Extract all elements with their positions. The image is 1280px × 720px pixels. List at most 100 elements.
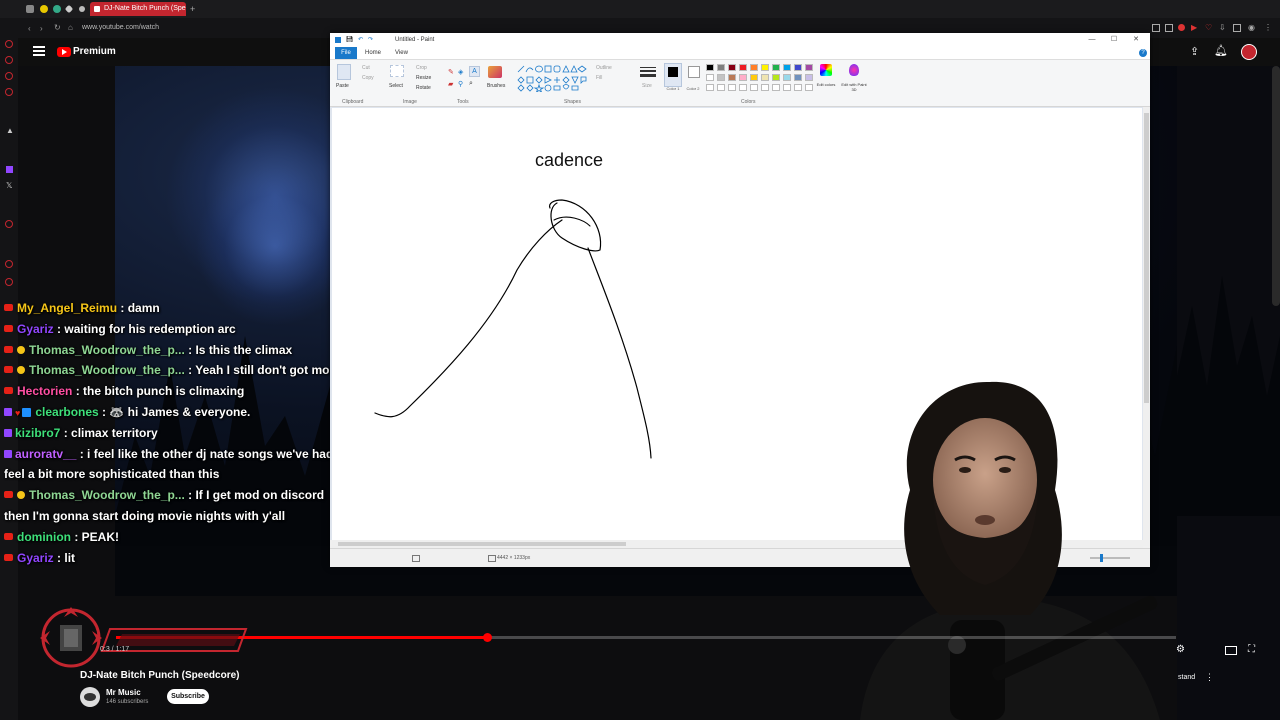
tab-icon[interactable]	[79, 6, 85, 12]
sidebar-icon[interactable]	[5, 88, 13, 96]
close-icon[interactable]: ✕	[1126, 33, 1146, 47]
forward-icon[interactable]: ›	[40, 24, 43, 33]
palette-swatch[interactable]	[772, 74, 780, 81]
play-icon[interactable]: ▶	[1191, 23, 1197, 32]
palette-swatch[interactable]	[706, 84, 714, 91]
palette-swatch[interactable]	[772, 64, 780, 71]
menu-kebab-icon[interactable]: ⋮	[1264, 23, 1272, 32]
tab-file[interactable]: File	[335, 47, 357, 59]
extension-icon[interactable]	[1178, 24, 1185, 31]
palette-swatch[interactable]	[805, 84, 813, 91]
palette-swatch[interactable]	[794, 64, 802, 71]
sidebar-icon[interactable]	[5, 260, 13, 268]
url-field[interactable]: www.youtube.com/watch	[82, 22, 159, 34]
maximize-icon[interactable]: ☐	[1104, 33, 1124, 47]
redo-icon[interactable]: ↷	[368, 33, 373, 47]
size-icon[interactable]	[640, 67, 656, 77]
palette-swatch[interactable]	[750, 84, 758, 91]
sidebar-icon[interactable]	[5, 40, 13, 48]
palette-swatch[interactable]	[783, 64, 791, 71]
select-icon[interactable]	[390, 65, 404, 77]
extension-icon[interactable]	[1152, 24, 1160, 32]
twitch-icon[interactable]	[6, 166, 13, 173]
reload-icon[interactable]: ↻	[54, 23, 61, 32]
palette-swatch[interactable]	[717, 64, 725, 71]
resize-button[interactable]: Resize	[416, 75, 431, 81]
tab-view[interactable]: View	[395, 47, 408, 59]
palette-swatch[interactable]	[750, 74, 758, 81]
x-icon[interactable]: 𝕏	[6, 181, 12, 190]
palette-swatch[interactable]	[717, 84, 725, 91]
save-icon[interactable]: 💾︎	[346, 33, 354, 47]
crop-button[interactable]: Crop	[416, 65, 427, 71]
palette-swatch[interactable]	[783, 74, 791, 81]
sidebar-icon[interactable]: ▲	[6, 126, 14, 135]
palette-swatch[interactable]	[739, 84, 747, 91]
page-scrollbar[interactable]	[1272, 66, 1280, 306]
help-icon[interactable]: ?	[1139, 49, 1147, 57]
heart-icon[interactable]: ♡	[1205, 23, 1212, 32]
sidebar-icon[interactable]	[5, 56, 13, 64]
extension-icon[interactable]	[1165, 24, 1173, 32]
palette-swatch[interactable]	[728, 84, 736, 91]
download-icon[interactable]: ⇩	[1219, 23, 1226, 32]
palette-swatch[interactable]	[761, 64, 769, 71]
select-button[interactable]: Select	[389, 83, 403, 89]
settings-gear-icon[interactable]: ⚙	[1176, 644, 1185, 655]
palette-swatch[interactable]	[717, 74, 725, 81]
palette-swatch[interactable]	[706, 74, 714, 81]
undo-icon[interactable]: ↶	[358, 33, 363, 47]
magnifier-icon[interactable]: ⌕	[469, 80, 473, 88]
new-tab-button[interactable]: +	[190, 3, 195, 15]
text-tool-icon[interactable]: A	[469, 66, 480, 77]
cut-button[interactable]: Cut	[362, 65, 370, 71]
palette-swatch[interactable]	[739, 74, 747, 81]
brushes-icon[interactable]	[488, 66, 502, 78]
color2-button[interactable]	[688, 66, 700, 78]
account-avatar[interactable]	[1241, 44, 1257, 60]
sidebar-icon[interactable]	[5, 220, 13, 228]
extension-icon[interactable]	[1233, 24, 1241, 32]
palette-swatch[interactable]	[794, 74, 802, 81]
shapes-gallery[interactable]	[516, 64, 588, 92]
palette-swatch[interactable]	[739, 64, 747, 71]
palette-swatch[interactable]	[728, 74, 736, 81]
more-options-icon[interactable]: ⋮	[1205, 672, 1214, 683]
size-button[interactable]: Size	[642, 83, 652, 89]
palette-swatch[interactable]	[761, 74, 769, 81]
minimize-icon[interactable]: —	[1082, 33, 1102, 47]
sidebar-icon[interactable]	[5, 72, 13, 80]
palette-swatch[interactable]	[805, 64, 813, 71]
youtube-premium-label[interactable]: Premium	[73, 46, 116, 58]
outline-button[interactable]: Outline	[596, 65, 612, 71]
fill-icon[interactable]: ◈	[458, 68, 463, 76]
palette-swatch[interactable]	[794, 84, 802, 91]
palette-swatch[interactable]	[761, 84, 769, 91]
site-info-icon[interactable]: ⌂	[68, 23, 73, 32]
profile-icon[interactable]: ◉	[1248, 23, 1255, 32]
active-tab[interactable]: DJ-Nate Bitch Punch (Spe	[90, 2, 186, 16]
eraser-icon[interactable]: ▰	[448, 80, 453, 88]
palette-swatch[interactable]	[750, 64, 758, 71]
hamburger-menu-icon[interactable]	[33, 46, 45, 56]
pencil-icon[interactable]: ✎	[448, 68, 454, 76]
subscribe-button[interactable]: Subscribe	[167, 689, 209, 704]
palette-swatch[interactable]	[728, 64, 736, 71]
channel-avatar[interactable]	[80, 687, 100, 707]
video-progress-knob[interactable]	[483, 633, 492, 642]
paste-button[interactable]: Paste	[336, 83, 349, 89]
color1-button[interactable]	[664, 63, 682, 87]
copy-button[interactable]: Copy	[362, 75, 374, 81]
back-icon[interactable]: ‹	[28, 24, 31, 33]
sidebar-icon[interactable]	[5, 278, 13, 286]
fill-button[interactable]: Fill	[596, 75, 602, 81]
fullscreen-icon[interactable]: ⛶	[1248, 644, 1255, 655]
tab-icon[interactable]	[26, 5, 34, 13]
brushes-button[interactable]: Brushes	[487, 83, 505, 89]
canvas-horizontal-scroll-thumb[interactable]	[338, 542, 626, 546]
tab-home[interactable]: Home	[365, 47, 381, 59]
rotate-button[interactable]: Rotate	[416, 85, 431, 91]
tab-icon[interactable]	[40, 5, 48, 13]
youtube-logo-icon[interactable]	[57, 47, 71, 57]
palette-swatch[interactable]	[706, 64, 714, 71]
